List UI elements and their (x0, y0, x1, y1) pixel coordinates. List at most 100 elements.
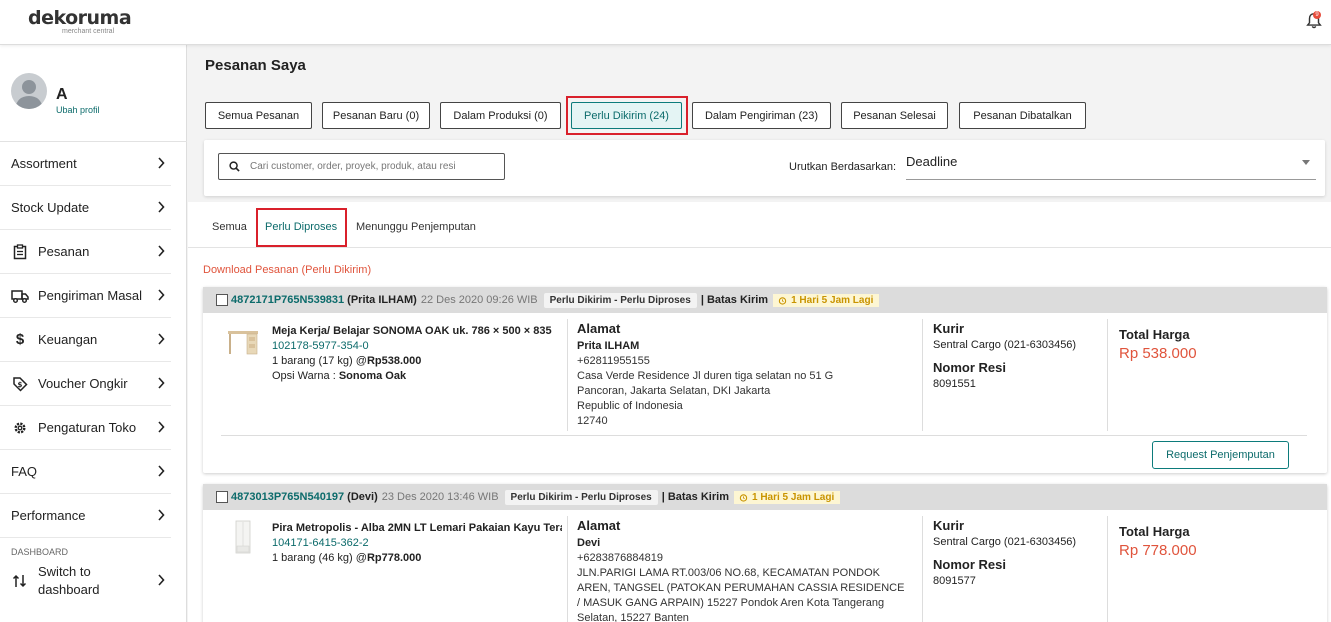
avatar (11, 73, 47, 109)
courier-title: Kurir (933, 518, 965, 533)
tab-dalam-produksi[interactable]: Dalam Produksi (0) (440, 102, 561, 129)
resi-title: Nomor Resi (933, 360, 1006, 375)
sidebar-item-pesanan[interactable]: Pesanan (0, 230, 171, 274)
search-icon (229, 161, 240, 172)
order-customer: (Devi) (347, 491, 378, 503)
sidebar-item-switch-dashboard[interactable]: Switch to dashboard (0, 559, 171, 603)
filter-card: Urutkan Berdasarkan: Deadline (204, 140, 1325, 196)
address-title: Alamat (577, 321, 621, 336)
divider (1107, 319, 1108, 431)
batas-kirim-label: | Batas Kirim (700, 294, 769, 306)
sidebar-item-pengaturan-toko[interactable]: Pengaturan Toko (0, 406, 171, 450)
sidebar-item-label: Voucher Ongkir (38, 376, 128, 391)
product-wardrobe-image (235, 520, 251, 554)
sidebar-item-label: Keuangan (38, 332, 98, 347)
tab-pesanan-selesai[interactable]: Pesanan Selesai (841, 102, 948, 129)
qty-text: 1 barang (17 kg) @ (272, 355, 367, 367)
order-customer: (Prita ILHAM) (347, 294, 417, 306)
profile-section: A Ubah profil (0, 45, 187, 142)
sub-tabs-bar: Semua Perlu Diproses Menunggu Penjemputa… (188, 202, 1331, 248)
order-date: 22 Des 2020 09:26 WIB (420, 294, 538, 306)
sidebar-item-label: Performance (11, 508, 86, 523)
edit-profile-link[interactable]: Ubah profil (56, 105, 100, 115)
tab-pesanan-baru[interactable]: Pesanan Baru (0) (322, 102, 430, 129)
page-title: Pesanan Saya (205, 57, 306, 74)
order-id[interactable]: 4872171P765N539831 (231, 294, 344, 306)
search-input[interactable] (250, 161, 490, 172)
sidebar-item-stock-update[interactable]: Stock Update (0, 186, 171, 230)
dollar-icon: $ (15, 331, 25, 348)
sidebar-item-label: Pesanan (38, 244, 90, 259)
divider (922, 516, 923, 622)
chevron-right-icon (158, 574, 165, 586)
deadline-badge: 1 Hari 5 Jam Lagi (733, 490, 841, 504)
sidebar-item-faq[interactable]: FAQ (0, 450, 171, 494)
highlight-box-status-tab (566, 96, 688, 135)
search-box[interactable] (218, 153, 505, 180)
option-label: Opsi Warna : (272, 370, 339, 382)
svg-text:$: $ (18, 381, 23, 389)
sidebar-item-performance[interactable]: Performance (0, 494, 171, 538)
address-line: AREN, TANGSEL (PATOKAN PERUMAHAN CASSIA … (577, 582, 905, 594)
address-line: Casa Verde Residence Jl duren tiga selat… (577, 370, 834, 382)
gear-icon (11, 419, 29, 437)
order-checkbox[interactable] (216, 294, 228, 306)
switch-label-line2: dashboard (38, 582, 100, 597)
sidebar-item-keuangan[interactable]: $ Keuangan (0, 318, 171, 362)
address-line: / MASUK GANG ARPAIN) 15227 Pondok Aren K… (577, 597, 885, 609)
courier-value: Sentral Cargo (021-6303456) (933, 339, 1077, 351)
logo-text: dekoruma (28, 7, 132, 29)
truck-icon (11, 287, 29, 305)
tab-semua-pesanan[interactable]: Semua Pesanan (205, 102, 312, 129)
product-name: Pira Metropolis - Alba 2MN LT Lemari Pak… (272, 522, 562, 534)
order-checkbox[interactable] (216, 491, 228, 503)
address-line: JLN.PARIGI LAMA RT.003/06 NO.68, KECAMAT… (577, 567, 881, 579)
sidebar-item-label: Switch to dashboard (38, 563, 99, 599)
tab-pesanan-dibatalkan[interactable]: Pesanan Dibatalkan (959, 102, 1086, 129)
divider (922, 319, 923, 431)
resi-value: 8091551 (933, 378, 976, 390)
batas-kirim-label: | Batas Kirim (661, 491, 729, 503)
clipboard-icon (11, 243, 29, 261)
sidebar-item-pengiriman-masal[interactable]: Pengiriman Masal (0, 274, 171, 318)
product-desk-image (228, 331, 258, 355)
courier-title: Kurir (933, 321, 965, 336)
logo-subtext: merchant central (62, 28, 115, 35)
sidebar-item-label: FAQ (11, 464, 38, 479)
chevron-right-icon (158, 465, 165, 477)
order-id[interactable]: 4873013P765N540197 (231, 491, 344, 503)
order-status-badge: Perlu Dikirim - Perlu Diproses (504, 489, 658, 505)
profile-name: A (56, 86, 68, 103)
deadline-text: 1 Hari 5 Jam Lagi (751, 491, 835, 503)
recipient-name: Devi (577, 537, 601, 549)
sidebar-item-label: Pengiriman Masal (38, 288, 143, 303)
chevron-right-icon (158, 289, 165, 301)
highlight-box-subtab (256, 208, 347, 247)
divider (1107, 516, 1108, 622)
sidebar-item-label: Assortment (11, 156, 77, 171)
sort-dropdown[interactable]: Deadline (906, 152, 1316, 180)
address-line: +6283876884819 (577, 552, 663, 564)
product-sku: 102178-5977-354-0 (272, 340, 369, 352)
subtab-semua[interactable]: Semua (212, 221, 247, 233)
voucher-icon: $ (11, 375, 29, 393)
sidebar-nav: Assortment Stock Update Pesanan Pengirim… (0, 142, 187, 603)
product-qty: 1 barang (17 kg) @Rp538.000 (272, 355, 421, 367)
address-line: 12740 (577, 415, 608, 427)
logo[interactable]: dekoruma merchant central (28, 7, 132, 35)
sidebar-item-assortment[interactable]: Assortment (0, 142, 171, 186)
chevron-right-icon (158, 509, 165, 521)
tab-dalam-pengiriman[interactable]: Dalam Pengiriman (23) (692, 102, 831, 129)
alarm-clock-icon (778, 296, 787, 305)
orders-content: Download Pesanan (Perlu Dikirim) 4872171… (188, 248, 1331, 622)
recipient-name: Prita ILHAM (577, 340, 640, 352)
address-line: +62811955155 (577, 355, 650, 367)
subtab-menunggu-penjemputan[interactable]: Menunggu Penjemputan (356, 221, 476, 233)
request-pickup-button[interactable]: Request Penjemputan (1152, 441, 1289, 469)
courier-value: Sentral Cargo (021-6303456) (933, 536, 1077, 548)
product-name: Meja Kerja/ Belajar SONOMA OAK uk. 786 ×… (272, 325, 552, 337)
download-orders-link[interactable]: Download Pesanan (Perlu Dikirim) (203, 264, 371, 276)
switch-arrows-icon (11, 572, 29, 590)
sort-label: Urutkan Berdasarkan: (789, 161, 896, 173)
sidebar-item-voucher-ongkir[interactable]: $ Voucher Ongkir (0, 362, 171, 406)
